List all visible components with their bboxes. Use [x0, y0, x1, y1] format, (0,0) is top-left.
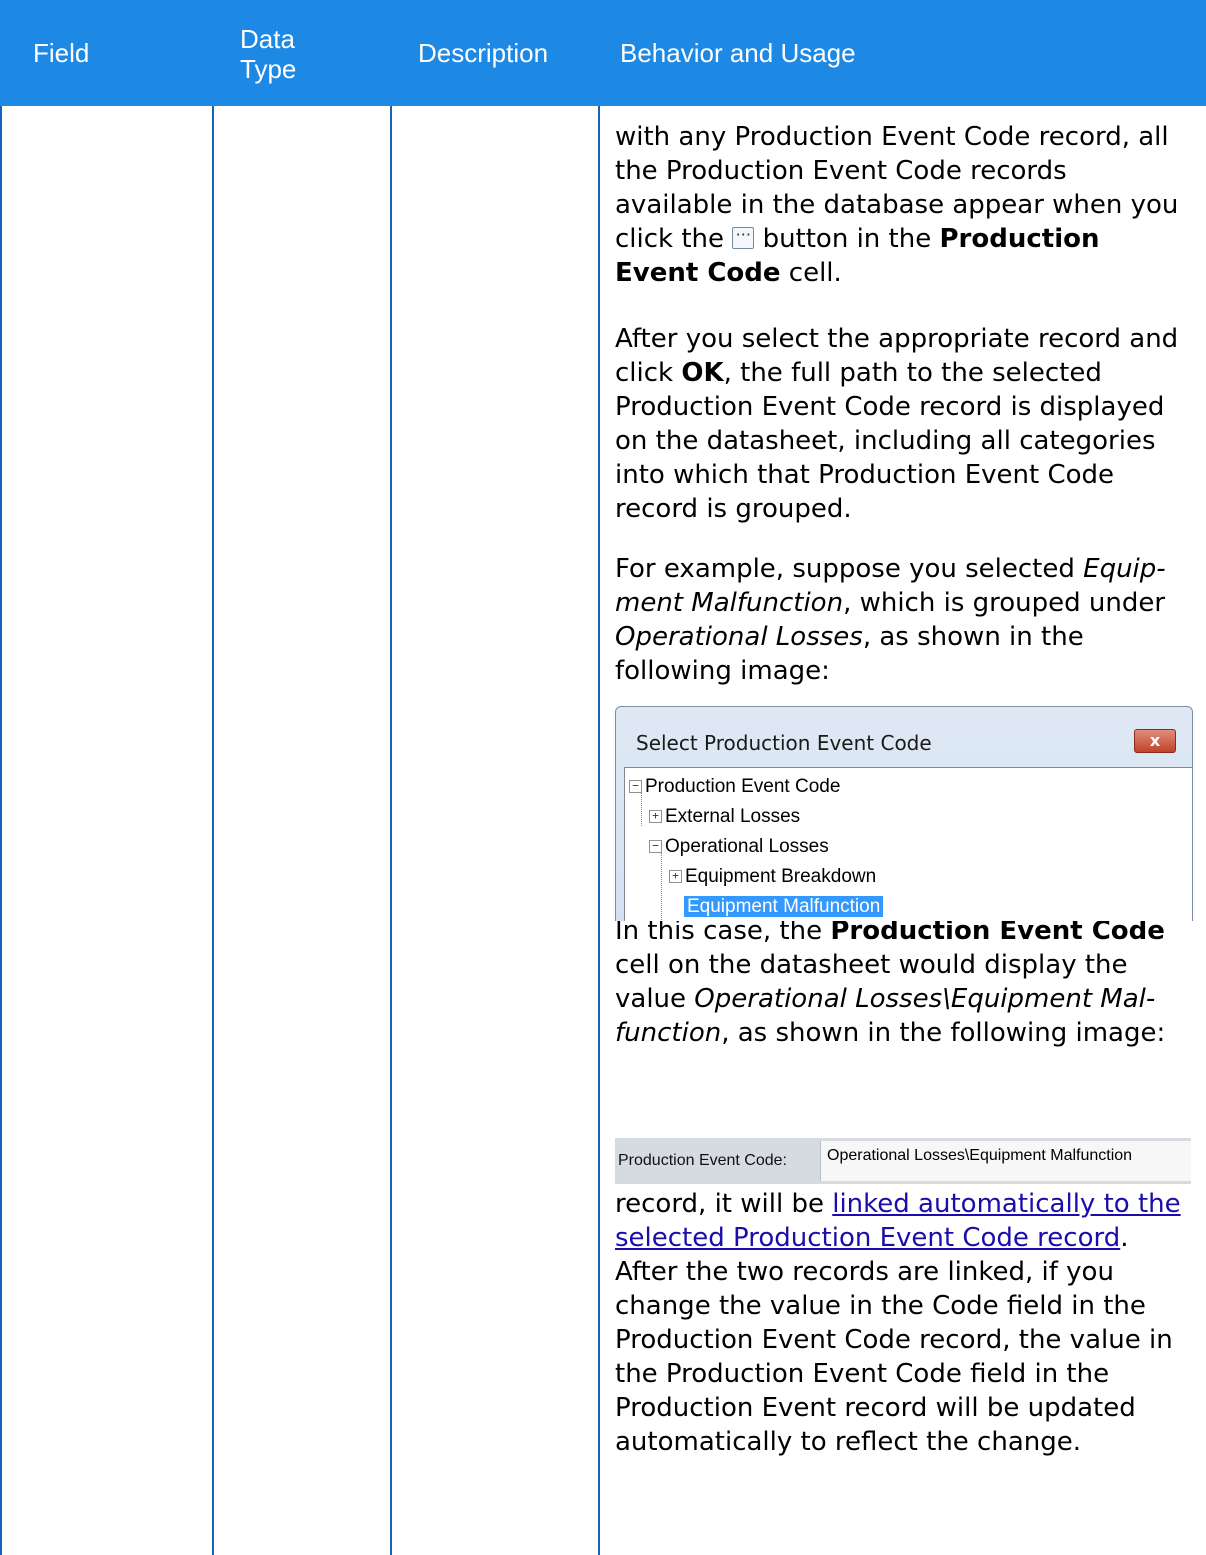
paragraph-3: For example, suppose you selected Equip­…	[615, 552, 1185, 688]
column-divider-3	[598, 106, 600, 1555]
tree-node-label: Production Event Code	[645, 776, 841, 797]
column-header-description: Description	[418, 38, 549, 68]
paragraph-5: When you save the Production Event recor…	[615, 1153, 1185, 1459]
tree-node-equipment-malfunction[interactable]: Equipment Malfunction	[669, 894, 884, 920]
expand-icon[interactable]: +	[649, 810, 662, 824]
tree-node-equipment-breakdown[interactable]: + Equipment Breakdown	[669, 864, 876, 890]
field-label: Production Event Code:	[618, 1152, 787, 1169]
select-production-event-code-dialog: Select Production Event Code x − Producti…	[615, 706, 1193, 921]
p1-text-c: cell.	[788, 258, 842, 288]
ellipsis-button-icon: ···	[732, 226, 755, 249]
p2-bold: OK	[681, 358, 724, 388]
p3-text-b: , which is grouped under	[843, 588, 1166, 618]
production-event-code-field: Production Event Code: Operational Losse…	[615, 1138, 1191, 1184]
collapse-icon[interactable]: −	[629, 780, 642, 794]
paragraph-1: with any Production Event Code record, a…	[615, 120, 1185, 290]
paragraph-4: In this case, the Production Event Code …	[615, 914, 1185, 1050]
paragraph-2: After you select the appropriate record …	[615, 322, 1185, 526]
table-border-left	[0, 106, 2, 1555]
column-divider-2	[390, 106, 392, 1555]
tree-node-operational-losses[interactable]: − Operational Losses	[649, 834, 829, 860]
p1-text-b: button in the	[762, 224, 932, 254]
p4-text-c: , as shown in the following image:	[721, 1018, 1166, 1048]
field-value[interactable]: Operational Losses\Equipment Malfunction	[820, 1141, 1191, 1181]
tree-node-label: External Losses	[665, 806, 801, 827]
column-header-field: Field	[33, 38, 90, 68]
tree-node-root[interactable]: − Production Event Code	[629, 774, 840, 800]
expand-icon[interactable]: +	[669, 870, 682, 884]
p3-text-a: For example, suppose you selected	[615, 554, 1075, 584]
table-header-row: Field Data Type Description Behavior and…	[0, 0, 1206, 106]
event-code-tree: − Production Event Code + External Losses …	[624, 767, 1192, 921]
column-header-behavior: Behavior and Usage	[620, 38, 856, 68]
p5-text-b: . After the two records are linked, if y…	[615, 1223, 1173, 1457]
tree-node-label: Operational Losses	[665, 836, 829, 857]
tree-node-label-selected: Equipment Malfunction	[684, 896, 884, 917]
p3-italic-2: Operational Losses	[615, 622, 863, 652]
column-divider-1	[212, 106, 214, 1555]
tree-node-label: Equipment Breakdown	[685, 866, 877, 887]
tree-node-external-losses[interactable]: + External Losses	[649, 804, 800, 830]
close-icon[interactable]: x	[1134, 729, 1176, 753]
dialog-title: Select Production Event Code	[636, 731, 932, 755]
column-header-data-type: Data Type	[240, 24, 297, 84]
collapse-icon[interactable]: −	[649, 840, 662, 854]
